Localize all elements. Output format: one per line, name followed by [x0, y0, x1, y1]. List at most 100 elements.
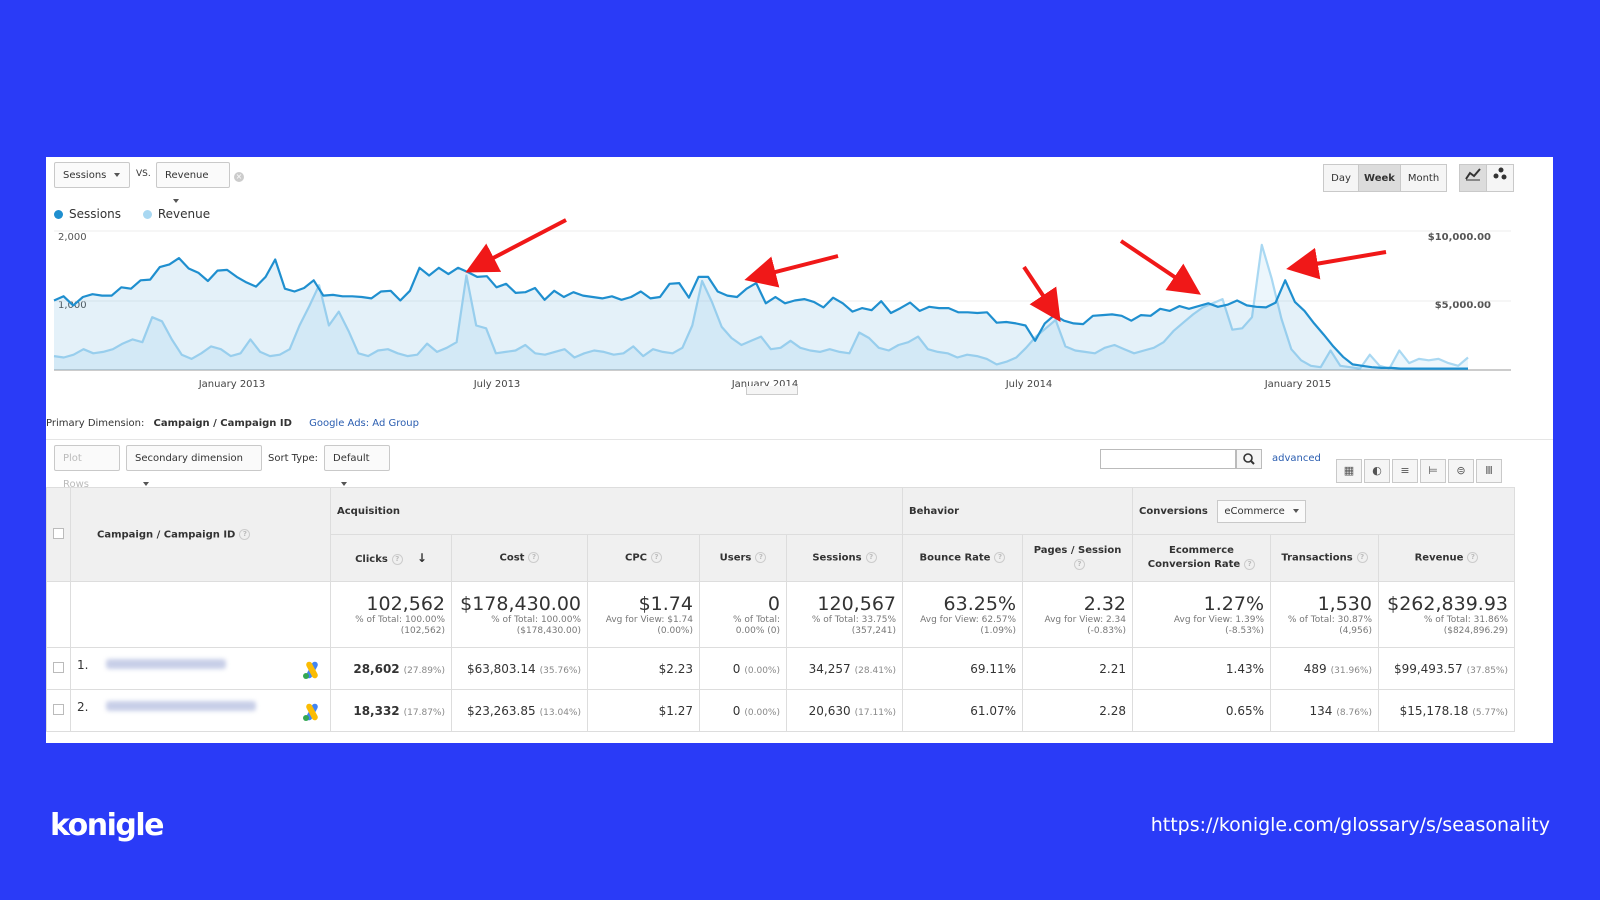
clicks-pct: (27.89%) — [403, 665, 445, 676]
total-sub: % of Total: 31.86% ($824,896.29) — [1423, 614, 1508, 636]
sessions-pct: (17.11%) — [854, 707, 896, 718]
totals-label-cell — [70, 581, 331, 648]
search-icon — [1243, 453, 1255, 465]
sort-type-value: Default — [333, 453, 370, 464]
help-icon[interactable]: ? — [1467, 552, 1479, 564]
term-cloud-icon[interactable]: ⊜ — [1448, 459, 1474, 483]
campaign-cell[interactable]: 2. — [70, 689, 331, 732]
cell-cpc: $2.23 — [587, 647, 700, 690]
sort-type-select[interactable]: Default — [324, 445, 390, 486]
col-header-cpc[interactable]: CPC? — [587, 534, 700, 582]
col-header-conv-rate[interactable]: Ecommerce Conversion Rate? — [1132, 534, 1271, 582]
sort-type-label: Sort Type: — [268, 453, 319, 464]
pivot-view-icon[interactable]: Ⅲ — [1476, 459, 1502, 483]
help-icon[interactable]: ? — [865, 552, 877, 564]
help-icon[interactable]: ? — [239, 528, 251, 540]
plot-rows-button[interactable]: Plot Rows — [54, 445, 120, 490]
chart-resize-handle[interactable] — [746, 386, 798, 395]
sort-desc-icon[interactable]: ↓ — [417, 551, 427, 565]
help-icon[interactable]: ? — [1356, 552, 1368, 564]
users-pct: (0.00%) — [744, 707, 780, 718]
col-header-pages-session[interactable]: Pages / Session? — [1022, 534, 1133, 582]
table-row[interactable]: 2. 18,332 (17.87%) $23,263.85 (13.04%) $1.… — [46, 689, 1515, 732]
cost-pct: (35.76%) — [539, 665, 581, 676]
total-clicks: 102,562% of Total: 100.00% (102,562) — [330, 581, 452, 648]
chevron-down-icon — [341, 482, 347, 486]
pie-view-icon[interactable]: ◐ — [1364, 459, 1390, 483]
data-table: Campaign / Campaign ID? Acquisition Beha… — [46, 487, 1515, 732]
row-checkbox[interactable] — [53, 661, 64, 673]
cell-cost: $23,263.85 (13.04%) — [451, 689, 588, 732]
col-header-transactions[interactable]: Transactions? — [1270, 534, 1379, 582]
dimension-header[interactable]: Campaign / Campaign ID? — [70, 487, 331, 582]
acquisition-group: Acquisition — [330, 487, 903, 535]
col-header-cost[interactable]: Cost? — [451, 534, 588, 582]
table-search-input[interactable] — [1100, 449, 1236, 469]
help-icon[interactable]: ? — [528, 552, 540, 564]
analytics-screenshot: Sessions VS. Revenue × Day Week Month Se… — [46, 157, 1553, 743]
sessions-value: 20,630 — [808, 703, 851, 718]
redacted-campaign-name[interactable] — [106, 700, 257, 711]
search-button[interactable] — [1236, 449, 1262, 469]
redacted-campaign-name[interactable] — [106, 658, 227, 669]
help-icon[interactable]: ? — [391, 553, 403, 565]
x-tick-jul-2014: July 2014 — [1005, 379, 1053, 390]
cell-sessions: 20,630 (17.11%) — [786, 689, 903, 732]
secondary-dimension-select[interactable]: Secondary dimension — [126, 445, 262, 486]
transactions-value: 134 — [1309, 703, 1333, 718]
help-icon[interactable]: ? — [1074, 558, 1085, 570]
conversions-select[interactable]: eCommerce — [1217, 499, 1306, 523]
row-checkbox-cell[interactable] — [46, 689, 71, 732]
campaign-cell[interactable]: 1. — [70, 647, 331, 690]
total-revenue: $262,839.93% of Total: 31.86% ($824,896.… — [1378, 581, 1515, 648]
col-header-users[interactable]: Users? — [699, 534, 787, 582]
cell-bounce: 61.07% — [902, 689, 1023, 732]
total-sub: % of Total: 100.00% (102,562) — [355, 614, 445, 636]
toolbar-bg — [46, 439, 1553, 440]
total-value: 1,530 — [1317, 592, 1372, 615]
cell-transactions: 489 (31.96%) — [1270, 647, 1379, 690]
table-row[interactable]: 1. 28,602 (27.89%) $63,803.14 (35.76%) $2.… — [46, 647, 1515, 690]
annotation-arrow — [465, 218, 567, 273]
primary-dimension-value[interactable]: Campaign / Campaign ID — [154, 418, 292, 429]
x-tick-jan-2013: January 2013 — [198, 379, 266, 390]
total-conv-rate: 1.27% Avg for View: 1.39% (-8.53%) — [1132, 581, 1271, 648]
total-bounce-rate: 63.25% Avg for View: 62.57% (1.09%) — [902, 581, 1023, 648]
users-value: 0 — [732, 661, 741, 676]
revenue-value: $99,493.57 — [1393, 661, 1463, 676]
alt-dimension-link[interactable]: Google Ads: Ad Group — [309, 418, 419, 429]
secondary-dimension-label: Secondary dimension — [135, 453, 243, 464]
cell-conv: 1.43% — [1132, 647, 1271, 690]
total-pages-session: 2.32 Avg for View: 2.34 (-0.83%) — [1022, 581, 1133, 648]
col-header-users-label: Users — [719, 552, 752, 564]
col-header-clicks-label: Clicks — [355, 554, 388, 565]
col-header-revenue[interactable]: Revenue? — [1378, 534, 1515, 582]
col-header-clicks[interactable]: Clicks? ↓ — [330, 534, 452, 582]
help-icon[interactable]: ? — [755, 552, 767, 564]
help-icon[interactable]: ? — [651, 552, 662, 564]
performance-view-icon[interactable]: ≡ — [1392, 459, 1418, 483]
behavior-group: Behavior — [902, 487, 1133, 535]
total-transactions: 1,530% of Total: 30.87% (4,956) — [1270, 581, 1379, 648]
cost-value: $23,263.85 — [466, 703, 536, 718]
comparison-view-icon[interactable]: ⊨ — [1420, 459, 1446, 483]
total-sub: Avg for View: $1.74 (0.00%) — [605, 614, 693, 636]
annotation-arrow — [744, 254, 839, 288]
line-chart — [53, 218, 1511, 371]
dimension-header-label: Campaign / Campaign ID — [97, 529, 236, 541]
row-index: 1. — [77, 657, 89, 672]
help-icon[interactable]: ? — [994, 552, 1006, 564]
users-value: 0 — [732, 703, 741, 718]
row-checkbox[interactable] — [53, 703, 64, 715]
row-checkbox-cell[interactable] — [46, 647, 71, 690]
totals-row: 102,562% of Total: 100.00% (102,562) $17… — [46, 581, 1515, 648]
advanced-link[interactable]: advanced — [1272, 453, 1321, 464]
select-all-cell[interactable] — [46, 487, 71, 582]
table-view-icon[interactable]: ▦ — [1336, 459, 1362, 483]
help-icon[interactable]: ? — [1244, 558, 1256, 570]
source-url[interactable]: https://konigle.com/glossary/s/seasonali… — [1151, 814, 1550, 836]
select-all-checkbox[interactable] — [53, 527, 64, 539]
annotation-arrow — [1286, 247, 1387, 280]
col-header-bounce-rate[interactable]: Bounce Rate? — [902, 534, 1023, 582]
col-header-sessions[interactable]: Sessions? — [786, 534, 903, 582]
